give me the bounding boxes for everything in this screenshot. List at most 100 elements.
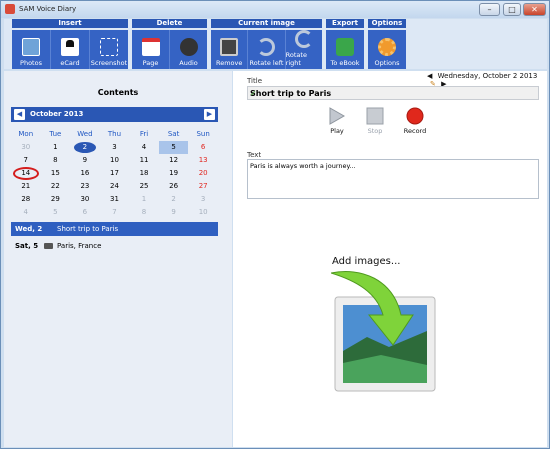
calendar-day[interactable]: 27 (188, 180, 218, 193)
calendar-day[interactable]: 7 (11, 154, 41, 167)
weekday-label: Sat (167, 130, 180, 138)
calendar-prev-month-button[interactable]: ◀ (14, 109, 25, 120)
calendar-day[interactable]: 24 (100, 180, 130, 193)
calendar-day[interactable]: 9 (159, 206, 189, 219)
calendar-day[interactable]: 10 (188, 206, 218, 219)
text-area[interactable]: Paris is always worth a journey... (247, 159, 539, 199)
photos-button[interactable]: Photos (12, 30, 51, 69)
text-label: Text (247, 151, 262, 159)
calendar-day[interactable]: 6 (188, 141, 218, 154)
calendar-day[interactable]: 4 (11, 206, 41, 219)
contents-heading: Contents (97, 88, 139, 97)
minimize-button[interactable]: – (479, 3, 500, 16)
ebook-icon (336, 38, 354, 56)
delete-page-button[interactable]: Page (132, 30, 170, 69)
calendar-day[interactable]: 3 (100, 141, 130, 154)
stop-icon (366, 107, 384, 125)
calendar-day[interactable]: 1 (129, 193, 159, 206)
calendar-day[interactable]: 7 (100, 206, 130, 219)
calendar-day[interactable]: 19 (159, 167, 189, 180)
title-bar: SAM Voice Diary – □ ✕ (1, 1, 549, 18)
export-group: Export To eBook (326, 19, 364, 69)
title-input[interactable]: Short trip to Paris ✓ (247, 86, 539, 100)
calendar-day[interactable]: 11 (129, 154, 159, 167)
gear-icon (378, 38, 396, 56)
delete-page-icon (141, 38, 160, 56)
calendar-day[interactable]: 20 (188, 167, 218, 180)
calendar-day[interactable]: 25 (129, 180, 159, 193)
weekday-label: Mon (18, 130, 34, 138)
weekday-label: Sun (196, 130, 210, 138)
calendar-day[interactable]: 8 (41, 154, 71, 167)
add-images-dropzone[interactable] (330, 271, 437, 393)
rotate-left-button[interactable]: Rotate left (248, 30, 286, 69)
calendar-day[interactable]: 30 (11, 141, 41, 154)
calendar-day-selected[interactable]: 2 (70, 141, 100, 154)
rotate-right-icon (294, 30, 313, 48)
ecard-button[interactable]: eCard (51, 30, 90, 69)
screenshot-icon (100, 38, 118, 56)
delete-audio-icon (179, 38, 198, 56)
options-button[interactable]: Options (368, 30, 406, 69)
window-title: SAM Voice Diary (19, 5, 77, 13)
play-button[interactable]: Play (317, 107, 357, 135)
calendar-week-row: 14 15 16 17 18 19 20 (11, 167, 218, 180)
entry-text: Paris, France (57, 242, 102, 250)
delete-audio-button[interactable]: Audio (170, 30, 207, 69)
calendar-day[interactable]: 22 (41, 180, 71, 193)
calendar-day[interactable]: 21 (11, 180, 41, 193)
calendar-day[interactable]: 23 (70, 180, 100, 193)
record-button[interactable]: Record (395, 107, 435, 135)
calendar-day[interactable]: 12 (159, 154, 189, 167)
calendar-day[interactable]: 9 (70, 154, 100, 167)
rotate-right-button[interactable]: Rotate right (286, 30, 322, 69)
calendar-day[interactable]: 13 (188, 154, 218, 167)
calendar-day[interactable]: 10 (100, 154, 130, 167)
calendar-day[interactable]: 29 (41, 193, 71, 206)
checkmark-icon: ✓ (250, 89, 257, 98)
add-images-illustration (330, 271, 436, 392)
calendar-day[interactable]: 31 (100, 193, 130, 206)
calendar-day[interactable]: 8 (129, 206, 159, 219)
calendar-day[interactable]: 15 (41, 167, 71, 180)
calendar-day[interactable]: 6 (70, 206, 100, 219)
remove-image-button[interactable]: Remove (211, 30, 249, 69)
calendar-week-row: 21 22 23 24 25 26 27 (11, 180, 218, 193)
calendar-day[interactable]: 26 (159, 180, 189, 193)
calendar-weekday-row: Mon Tue Wed Thu Fri Sat Sun (11, 128, 218, 141)
title-label: Title (247, 77, 263, 85)
calendar-day[interactable]: 16 (70, 167, 100, 180)
calendar-day[interactable]: 28 (11, 193, 41, 206)
to-ebook-button[interactable]: To eBook (326, 30, 364, 69)
options-group-label: Options (368, 19, 406, 28)
ecard-icon (61, 38, 79, 56)
current-image-group: Current image Remove Rotate left Rotate … (211, 19, 322, 69)
calendar-day[interactable]: 1 (41, 141, 71, 154)
close-button[interactable]: ✕ (523, 3, 546, 16)
calendar-day[interactable]: 3 (188, 193, 218, 206)
calendar-day[interactable]: 17 (100, 167, 130, 180)
entry-text: Short trip to Paris (57, 225, 119, 233)
calendar-day-with-entry[interactable]: 5 (158, 141, 189, 154)
calendar-day[interactable]: 5 (41, 206, 71, 219)
screenshot-button[interactable]: Screenshot (90, 30, 128, 69)
calendar-grid: Mon Tue Wed Thu Fri Sat Sun 30 1 2 3 4 5… (11, 128, 218, 219)
maximize-button[interactable]: □ (503, 3, 521, 16)
calendar-day[interactable]: 30 (70, 193, 100, 206)
export-group-label: Export (326, 19, 364, 28)
entry-date: Sat, 5 (15, 242, 39, 250)
calendar-week-row: 4 5 6 7 8 9 10 (11, 206, 218, 219)
entry-list-item[interactable]: Sat, 5 Paris, France (11, 240, 218, 252)
calendar-day[interactable]: 4 (129, 141, 159, 154)
calendar-day[interactable]: 2 (159, 193, 189, 206)
insert-group-label: Insert (12, 19, 128, 28)
date-prev-button[interactable]: ◀ (427, 72, 432, 80)
photos-icon (22, 38, 40, 56)
calendar-month-label: October 2013 (30, 110, 84, 118)
calendar-next-month-button[interactable]: ▶ (204, 109, 215, 120)
stop-button[interactable]: Stop (355, 107, 395, 135)
weekday-label: Wed (77, 130, 93, 138)
calendar-day[interactable]: 18 (129, 167, 159, 180)
entry-list-item-selected[interactable]: Wed, 2 Short trip to Paris (11, 222, 218, 236)
calendar-day-today[interactable]: 14 (11, 167, 41, 180)
